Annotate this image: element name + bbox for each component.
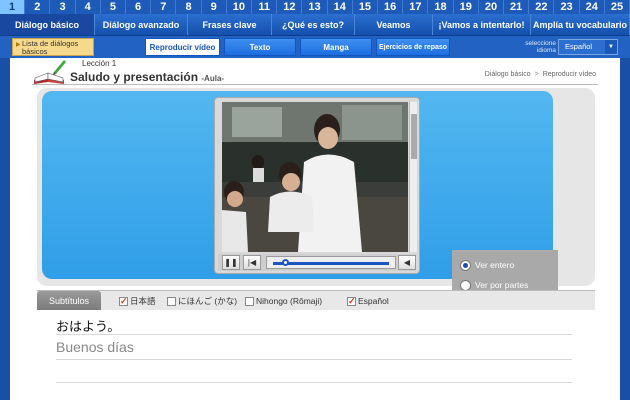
lesson-number-23[interactable]: 23	[554, 0, 580, 14]
lesson-number-9[interactable]: 9	[202, 0, 227, 14]
subtitles-bar: Subtítulos 日本語 にほんご (かな) Nihongo (Rômaji) E…	[37, 290, 595, 311]
subtitle-option-label: 日本語	[130, 296, 156, 306]
language-label: seleccione idioma	[525, 40, 556, 54]
breadcrumb-separator: >	[534, 71, 539, 78]
lesson-number-18[interactable]: 18	[428, 0, 454, 14]
radio-icon[interactable]	[460, 260, 471, 272]
book-pencil-icon	[34, 60, 66, 84]
lesson-number-6[interactable]: 6	[126, 0, 152, 14]
language-value: Español	[565, 42, 593, 51]
lesson-number-24[interactable]: 24	[580, 0, 605, 14]
dialog-list-label: Lista de diálogos básicos	[22, 39, 79, 56]
nav-item-3[interactable]: ¿Qué es esto?	[272, 14, 355, 35]
video-stage: ❚❚ |◀ ◀ Ver entero Ver por partes	[37, 88, 595, 304]
tab-play-video[interactable]: Reproducir vídeo	[145, 38, 220, 56]
sub-nav: ▶ Lista de diálogos básicos Reproducir v…	[0, 36, 630, 58]
breadcrumb: Diálogo básico > Reproducir vídeo	[485, 71, 596, 78]
line-rule	[56, 359, 572, 360]
lesson-number: Lección 1	[82, 59, 117, 68]
language-select[interactable]: Español ▼	[558, 39, 618, 55]
subtitle-option-0[interactable]: 日本語	[119, 295, 156, 307]
dialog-list-button[interactable]: ▶ Lista de diálogos básicos	[12, 38, 94, 56]
breadcrumb-item: Reproducir vídeo	[542, 71, 596, 78]
video-still-image	[222, 102, 408, 252]
lesson-number-20[interactable]: 20	[479, 0, 505, 14]
lesson-number-10[interactable]: 10	[227, 0, 253, 14]
nav-item-6[interactable]: Amplía tu vocabulario	[531, 14, 630, 35]
lesson-title-text: Saludo y presentación	[70, 70, 199, 84]
lesson-number-13[interactable]: 13	[302, 0, 328, 14]
lesson-number-15[interactable]: 15	[353, 0, 379, 14]
tab-manga[interactable]: Manga	[300, 38, 372, 56]
progress-slider[interactable]	[266, 256, 396, 269]
lesson-subtitle: -Aula-	[201, 74, 225, 83]
lesson-number-8[interactable]: 8	[176, 0, 202, 14]
subtitle-option-2[interactable]: Nihongo (Rômaji)	[245, 295, 322, 307]
main-nav: Diálogo básico Diálogo avanzado Frases cla…	[0, 14, 630, 36]
checkbox-icon[interactable]	[347, 295, 356, 307]
lesson-number-5[interactable]: 5	[101, 0, 127, 14]
lesson-number-14[interactable]: 14	[328, 0, 353, 14]
video-scrollbar[interactable]	[409, 102, 417, 252]
subtitle-option-1[interactable]: にほんご (かな)	[167, 295, 237, 307]
lesson-number-16[interactable]: 16	[378, 0, 404, 14]
line-rule	[56, 382, 572, 383]
lesson-number-3[interactable]: 3	[50, 0, 76, 14]
tab-text[interactable]: Texto	[224, 38, 296, 56]
view-option-label: Ver por partes	[475, 280, 529, 290]
nav-item-4[interactable]: Veamos	[355, 14, 433, 35]
subtitles-tab: Subtítulos	[37, 291, 101, 311]
nav-item-2[interactable]: Frases clave	[188, 14, 272, 35]
lesson-number-11[interactable]: 11	[252, 0, 278, 14]
subtitle-area: おはよう。 Buenos días	[37, 310, 595, 400]
checkbox-icon[interactable]	[167, 297, 176, 307]
page-title: Saludo y presentación -Aula-	[70, 70, 224, 84]
view-option-0[interactable]: Ver entero	[460, 258, 514, 272]
scrollbar-thumb[interactable]	[411, 114, 417, 159]
player-controls: ❚❚ |◀ ◀	[218, 254, 416, 271]
subtitle-option-label: Español	[358, 296, 389, 306]
nav-item-5[interactable]: ¡Vamos a intentarlo!	[433, 14, 531, 35]
divider	[32, 84, 598, 85]
checkbox-icon[interactable]	[119, 295, 128, 307]
tab-review-exercises[interactable]: Ejercicios de repaso	[376, 38, 450, 56]
lesson-number-17[interactable]: 17	[403, 0, 429, 14]
lesson-number-22[interactable]: 22	[529, 0, 555, 14]
video-frame[interactable]	[222, 102, 408, 252]
subtitle-option-3[interactable]: Español	[347, 295, 389, 307]
line-rule	[56, 334, 572, 335]
nav-item-0[interactable]: Diálogo básico	[0, 14, 95, 35]
spanish-subtitle: Buenos días	[56, 339, 134, 355]
volume-icon[interactable]: ◀	[398, 255, 416, 270]
lesson-number-19[interactable]: 19	[454, 0, 479, 14]
checkbox-icon[interactable]	[245, 297, 254, 307]
lesson-number-7[interactable]: 7	[151, 0, 177, 14]
lesson-number-4[interactable]: 4	[76, 0, 101, 14]
japanese-subtitle: おはよう。	[56, 320, 121, 335]
rewind-icon[interactable]: |◀	[243, 255, 261, 270]
breadcrumb-item[interactable]: Diálogo básico	[485, 71, 531, 78]
subtitle-option-label: にほんご (かな)	[178, 296, 238, 306]
lesson-number-25[interactable]: 25	[605, 0, 630, 14]
triangle-right-icon: ▶	[16, 42, 21, 48]
content-area: Lección 1 Saludo y presentación -Aula- D…	[10, 58, 620, 400]
lesson-number-1[interactable]: 1	[0, 0, 26, 14]
lesson-number-12[interactable]: 12	[277, 0, 303, 14]
subtitle-option-label: Nihongo (Rômaji)	[256, 296, 323, 306]
lesson-number-strip: 1 2 3 4 5 6 7 8 9 10 11 12 13 14 15 16 17 18 19 20 21 22 23 24 2…	[0, 0, 630, 14]
nav-item-1[interactable]: Diálogo avanzado	[95, 14, 188, 35]
pause-icon[interactable]: ❚❚	[222, 255, 240, 270]
chevron-down-icon[interactable]: ▼	[605, 40, 617, 54]
view-option-label: Ver entero	[475, 260, 515, 270]
lesson-number-2[interactable]: 2	[25, 0, 51, 14]
lesson-number-21[interactable]: 21	[504, 0, 530, 14]
progress-line	[273, 262, 389, 265]
video-player: ❚❚ |◀ ◀	[214, 97, 420, 274]
